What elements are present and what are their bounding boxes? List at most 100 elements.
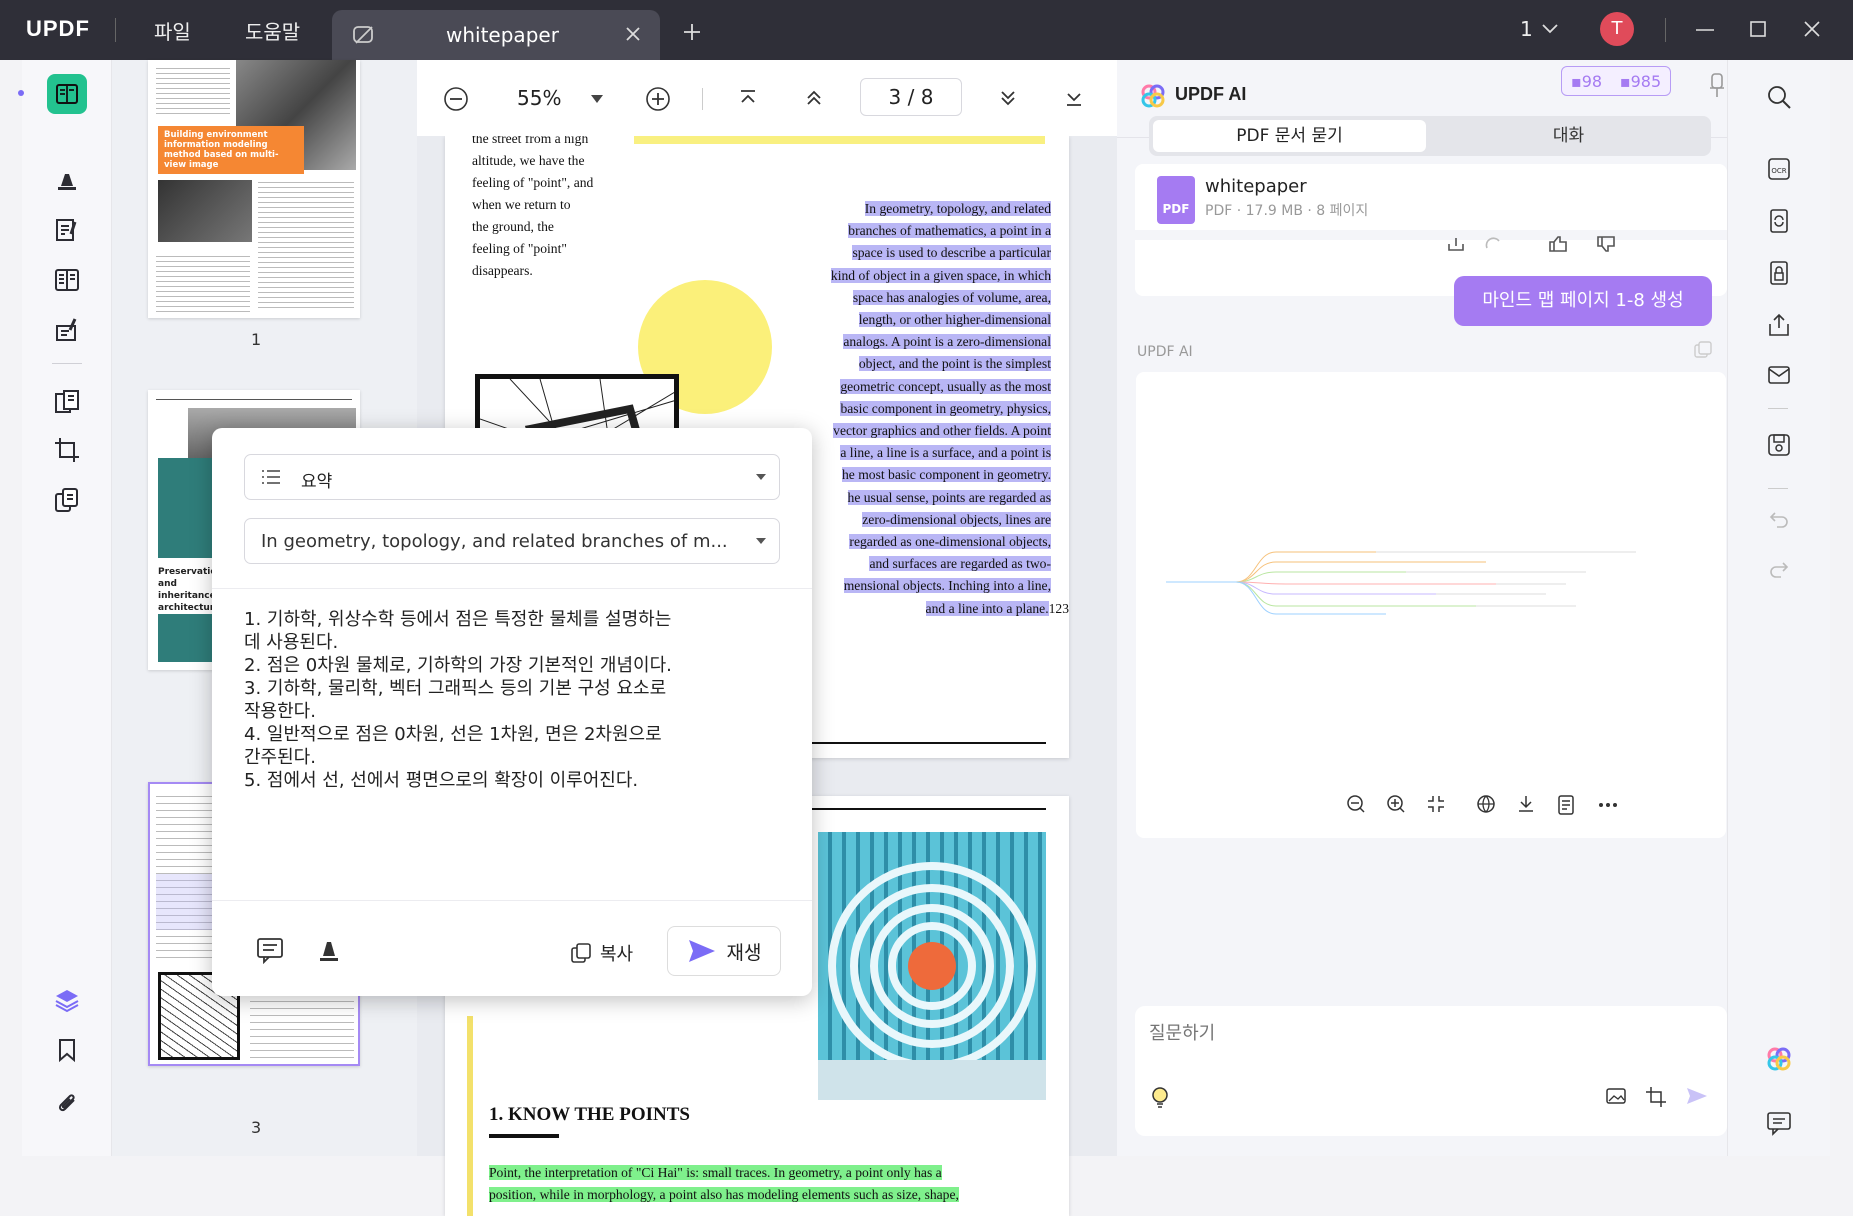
thumb-heading: Building environment information modelin… xyxy=(158,126,304,174)
highlighted-line: he most basic component in geometry. xyxy=(841,467,1051,483)
highlighted-line: and surfaces are regarded as two- xyxy=(869,556,1051,572)
thumbs-up-icon[interactable] xyxy=(1547,236,1569,252)
bookmark-icon[interactable] xyxy=(47,1030,87,1070)
highlighted-line: space is used to describe a particular xyxy=(852,245,1051,261)
save-icon[interactable] xyxy=(1760,426,1798,464)
highlighted-paragraph[interactable]: Point, the interpretation of "Ci Hai" is… xyxy=(489,1162,1049,1206)
section-heading: 1. KNOW THE POINTS xyxy=(489,1104,690,1125)
share-icon[interactable] xyxy=(1760,306,1798,344)
annotate-icon[interactable] xyxy=(47,260,87,300)
page-number-input[interactable]: 3 / 8 xyxy=(860,78,962,116)
search-icon[interactable] xyxy=(1760,78,1798,116)
list-icon xyxy=(261,469,281,485)
edit-icon[interactable] xyxy=(47,210,87,250)
summary-line: 간주된다. xyxy=(244,747,316,768)
source-text: In geometry, topology, and related branc… xyxy=(261,531,728,552)
heading-underline xyxy=(489,1134,559,1138)
svg-text:OCR: OCR xyxy=(1771,167,1786,175)
highlighted-line: he usual sense, points are regarded as xyxy=(847,489,1051,505)
thumbnail-page-1[interactable]: Building environment information modelin… xyxy=(148,60,360,318)
first-page-icon[interactable] xyxy=(738,88,758,108)
copy-button[interactable]: 복사 xyxy=(570,936,633,970)
regenerate-icon[interactable] xyxy=(1483,236,1503,252)
maximize-icon[interactable] xyxy=(1748,19,1768,39)
copy-icon[interactable] xyxy=(1693,340,1713,360)
reader-mode-button[interactable] xyxy=(47,74,87,114)
divider xyxy=(702,88,703,110)
credits-badge[interactable]: ▪98 ▪985 xyxy=(1561,66,1671,96)
crop-icon[interactable] xyxy=(47,430,87,470)
prev-page-icon[interactable] xyxy=(804,88,824,108)
fit-view-icon[interactable] xyxy=(1426,794,1446,814)
zoom-out-icon[interactable] xyxy=(1346,794,1366,814)
thumbs-down-icon[interactable] xyxy=(1595,236,1617,252)
undo-icon[interactable] xyxy=(1760,500,1798,538)
layers-icon[interactable] xyxy=(47,980,87,1020)
divider xyxy=(212,900,812,901)
zoom-in-icon[interactable] xyxy=(645,86,671,112)
share-response-icon[interactable] xyxy=(1446,236,1466,252)
thumb-photo xyxy=(158,180,252,242)
tab-pdf-question[interactable]: PDF 문서 묻기 xyxy=(1153,120,1426,152)
send-icon[interactable] xyxy=(1685,1086,1709,1106)
mind-map-canvas[interactable] xyxy=(1166,542,1636,622)
summary-line: 4. 일반적으로 점은 0차원, 선은 1차원, 면은 2차원으로 xyxy=(244,724,662,745)
organize-icon[interactable] xyxy=(47,382,87,422)
protect-icon[interactable] xyxy=(1760,254,1798,292)
close-window-icon[interactable] xyxy=(1802,19,1822,39)
comment-icon[interactable] xyxy=(256,936,284,964)
download-icon[interactable] xyxy=(1516,794,1536,814)
window-count[interactable]: 1 xyxy=(1520,17,1533,41)
intro-line: disappears. xyxy=(472,263,533,278)
highlighted-line: In geometry, topology, and related xyxy=(864,201,1051,216)
highlighted-line: basic component in geometry, physics, xyxy=(840,400,1051,416)
mail-icon[interactable] xyxy=(1760,356,1798,394)
highlighted-line: vector graphics and other fields. A poin… xyxy=(833,423,1051,439)
thumb-text xyxy=(156,252,250,312)
highlight-icon[interactable] xyxy=(316,936,342,964)
menu-help[interactable]: 도움말 xyxy=(245,16,300,45)
redo-icon[interactable] xyxy=(1760,550,1798,588)
yellow-band xyxy=(634,136,1045,144)
regenerate-button[interactable]: 재생 xyxy=(667,926,781,976)
summary-line: 1. 기하학, 위상수학 등에서 점은 특정한 물체를 설명하는 xyxy=(244,609,672,630)
compress-icon[interactable] xyxy=(47,480,87,520)
globe-icon[interactable] xyxy=(1476,794,1496,814)
comment-icon[interactable] xyxy=(1760,1104,1798,1142)
pin-icon[interactable] xyxy=(1709,72,1725,98)
menu-file[interactable]: 파일 xyxy=(154,16,191,45)
lightbulb-icon[interactable] xyxy=(1149,1084,1171,1110)
source-text-select[interactable]: In geometry, topology, and related branc… xyxy=(244,518,780,564)
zoom-out-icon[interactable] xyxy=(443,86,469,112)
attachment-icon[interactable] xyxy=(47,1082,87,1122)
image-upload-icon[interactable] xyxy=(1605,1086,1627,1106)
ai-icon[interactable] xyxy=(1760,1040,1798,1078)
close-tab-icon[interactable] xyxy=(624,25,642,43)
form-icon[interactable] xyxy=(47,310,87,350)
zoom-level[interactable]: 55% xyxy=(517,86,561,110)
more-options-icon[interactable] xyxy=(1598,802,1618,808)
minimize-icon[interactable] xyxy=(1694,20,1716,40)
next-page-icon[interactable] xyxy=(998,88,1018,108)
summary-line: 3. 기하학, 물리학, 벡터 그래픽스 등의 기본 구성 요소로 xyxy=(244,678,667,699)
regenerate-label: 재생 xyxy=(726,941,762,964)
question-input-box[interactable] xyxy=(1135,1006,1727,1136)
tab-chat[interactable]: 대화 xyxy=(1430,120,1707,152)
highlight-icon[interactable] xyxy=(47,160,87,200)
screenshot-icon[interactable] xyxy=(1645,1086,1667,1108)
outline-icon[interactable] xyxy=(1556,794,1576,816)
avatar[interactable]: T xyxy=(1600,12,1634,46)
title-bar: UPDF 파일 도움말 whitepaper 1 T xyxy=(0,0,1853,60)
new-tab-icon[interactable] xyxy=(682,22,702,42)
ocr-icon[interactable]: OCR xyxy=(1760,150,1798,188)
zoom-dropdown-icon[interactable] xyxy=(590,94,604,104)
mode-select[interactable]: 요약 xyxy=(244,454,780,500)
chevron-down-icon[interactable] xyxy=(1540,22,1560,36)
ai-panel-title: UPDF AI xyxy=(1175,84,1247,104)
highlighted-line: geometric concept, usually as the most xyxy=(840,378,1051,394)
last-page-icon[interactable] xyxy=(1064,88,1084,108)
convert-icon[interactable] xyxy=(1760,202,1798,240)
zoom-in-icon[interactable] xyxy=(1386,794,1406,814)
question-input[interactable] xyxy=(1149,1018,1709,1048)
document-tab[interactable]: whitepaper xyxy=(332,10,660,60)
